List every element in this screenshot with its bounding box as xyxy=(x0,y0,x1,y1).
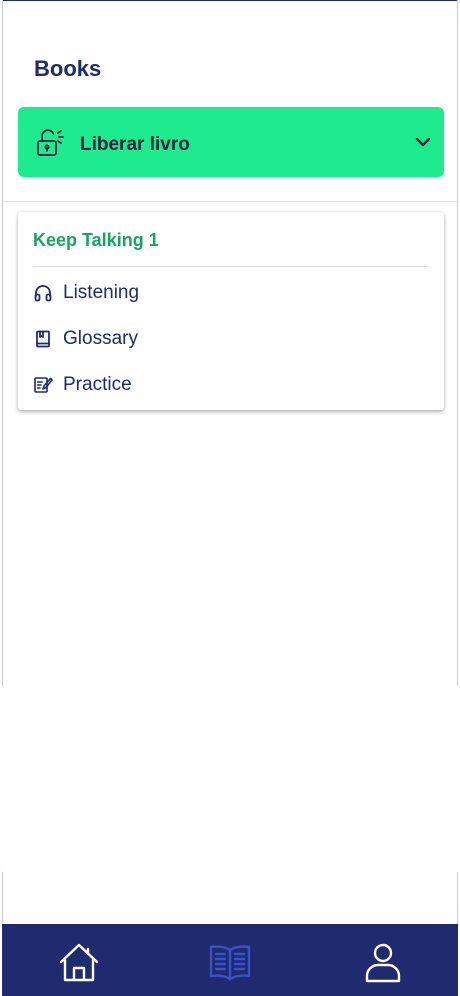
home-icon[interactable] xyxy=(57,940,101,984)
open-book-icon[interactable] xyxy=(208,940,252,984)
window-right-border-lower xyxy=(457,872,458,924)
user-icon[interactable] xyxy=(361,940,405,984)
unlock-icon xyxy=(37,129,64,156)
window-left-border xyxy=(2,0,3,686)
section-divider xyxy=(3,201,457,202)
window-right-border xyxy=(457,0,458,686)
headphones-icon xyxy=(34,285,52,302)
chevron-down-icon[interactable] xyxy=(414,133,432,151)
unlock-book-label: Liberar livro xyxy=(80,134,190,155)
card-divider xyxy=(33,266,429,267)
edit-icon xyxy=(34,377,53,393)
book-title[interactable]: Keep Talking 1 xyxy=(33,230,159,251)
window-top-border xyxy=(2,0,458,1)
book-card: Keep Talking 1 Listening Glossary Practi… xyxy=(18,212,444,410)
menu-item-practice[interactable]: Practice xyxy=(33,370,132,400)
bottom-navigation xyxy=(2,924,458,996)
unlock-book-button[interactable]: Liberar livro xyxy=(18,107,444,177)
book-icon xyxy=(36,330,50,348)
menu-item-label: Practice xyxy=(63,374,132,395)
window-left-border-lower xyxy=(2,872,3,924)
menu-item-glossary[interactable]: Glossary xyxy=(33,324,138,354)
page-title: Books xyxy=(34,56,102,81)
menu-item-label: Listening xyxy=(63,282,140,303)
menu-item-listening[interactable]: Listening xyxy=(33,278,139,308)
menu-item-label: Glossary xyxy=(63,328,138,349)
